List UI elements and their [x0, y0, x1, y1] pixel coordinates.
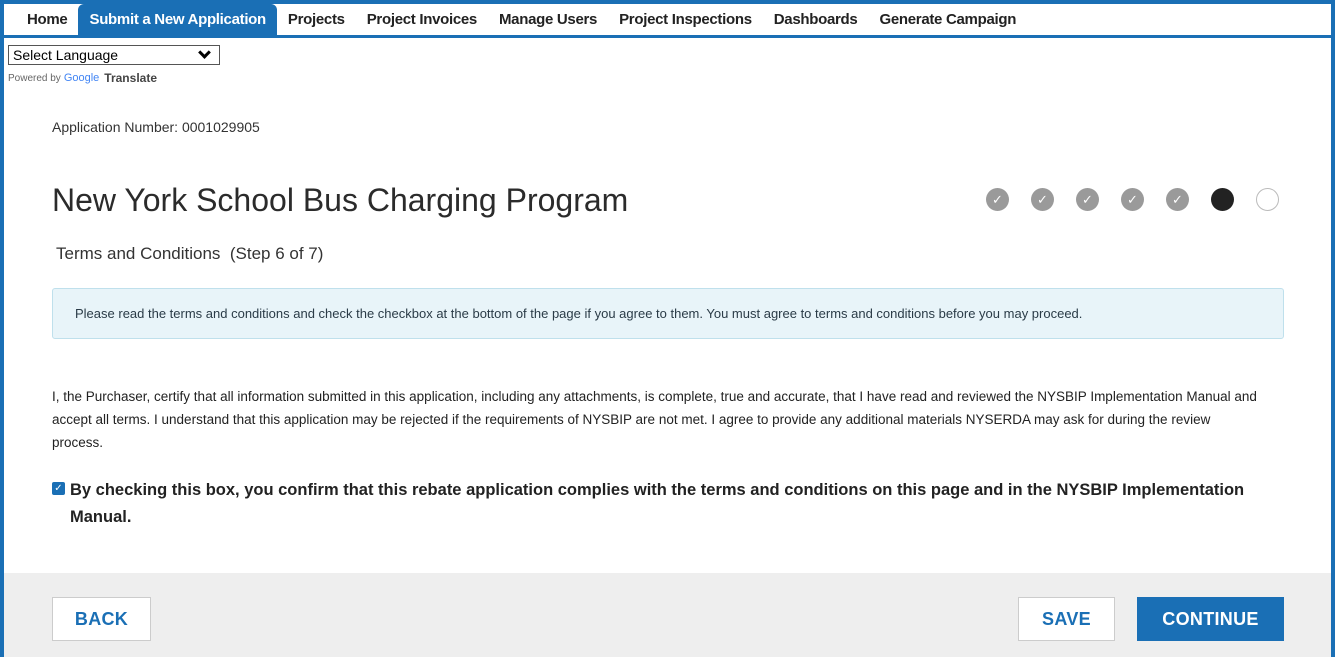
- nav-item-home[interactable]: Home: [16, 4, 78, 35]
- back-button[interactable]: BACK: [52, 597, 151, 641]
- google-logo[interactable]: Google: [64, 72, 99, 84]
- step-7-pending-icon: [1256, 188, 1279, 211]
- step-6-current-icon: [1211, 188, 1234, 211]
- step-3-complete-icon: ✓: [1076, 188, 1099, 211]
- agreement-row: ✓ By checking this box, you confirm that…: [52, 477, 1272, 531]
- step-4-complete-icon: ✓: [1121, 188, 1144, 211]
- nav-item-manage-users[interactable]: Manage Users: [488, 4, 608, 35]
- agreement-label[interactable]: By checking this box, you confirm that t…: [70, 477, 1272, 531]
- google-translate-attribution: Powered by Google Translate: [8, 71, 157, 85]
- agreement-checkbox[interactable]: ✓: [52, 482, 65, 495]
- nav-item-projects[interactable]: Projects: [277, 4, 356, 35]
- step-progress: ✓ ✓ ✓ ✓ ✓: [986, 188, 1279, 211]
- info-notice: Please read the terms and conditions and…: [52, 288, 1284, 339]
- language-select[interactable]: Select Language: [8, 45, 220, 65]
- nav-item-project-invoices[interactable]: Project Invoices: [356, 4, 488, 35]
- nav-item-generate-campaign[interactable]: Generate Campaign: [868, 4, 1027, 35]
- step-label: Terms and Conditions (Step 6 of 7): [56, 244, 324, 263]
- step-5-complete-icon: ✓: [1166, 188, 1189, 211]
- page-title: New York School Bus Charging Program: [52, 182, 629, 218]
- terms-text: I, the Purchaser, certify that all infor…: [52, 389, 1257, 450]
- chevron-down-icon: [198, 46, 211, 59]
- application-number: Application Number: 0001029905: [52, 119, 260, 135]
- translate-text: Translate: [104, 71, 157, 85]
- powered-by-text: Powered by: [8, 72, 61, 84]
- language-select-value: Select Language: [13, 47, 119, 63]
- nav-item-submit-new-application[interactable]: Submit a New Application: [78, 4, 277, 35]
- nav-item-dashboards[interactable]: Dashboards: [763, 4, 869, 35]
- continue-button[interactable]: CONTINUE: [1137, 597, 1284, 641]
- save-button[interactable]: SAVE: [1018, 597, 1115, 641]
- nav-item-project-inspections[interactable]: Project Inspections: [608, 4, 763, 35]
- footer-bar: [4, 573, 1331, 657]
- step-2-complete-icon: ✓: [1031, 188, 1054, 211]
- top-nav: Home Submit a New Application Projects P…: [4, 4, 1331, 38]
- info-notice-text: Please read the terms and conditions and…: [75, 306, 1083, 321]
- step-1-complete-icon: ✓: [986, 188, 1009, 211]
